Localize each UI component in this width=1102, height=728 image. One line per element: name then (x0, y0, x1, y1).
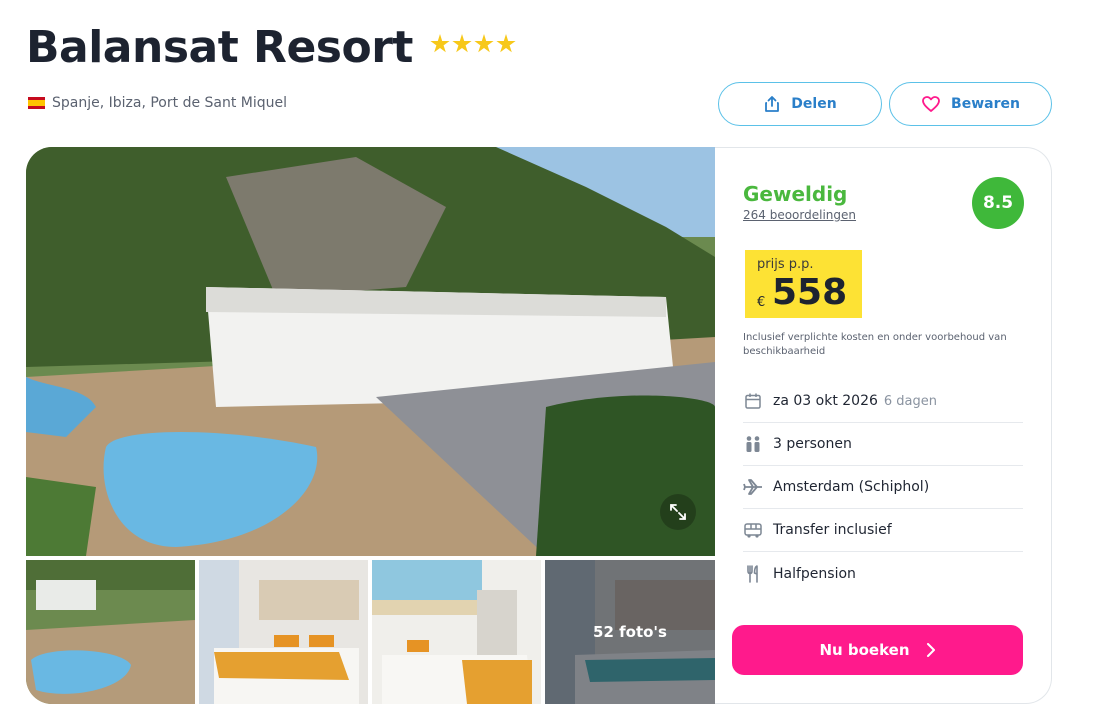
persons-text: 3 personen (773, 436, 852, 452)
board-row: Halfpension (743, 552, 1023, 595)
price-label: prijs p.p. (757, 257, 814, 272)
persons-row: 3 personen (743, 423, 1023, 466)
transfer-row: Transfer inclusief (743, 509, 1023, 552)
price-note: Inclusief verplichte kosten en onder voo… (743, 332, 1007, 357)
rating-label: Geweldig (743, 182, 848, 206)
book-now-label: Nu boeken (819, 641, 910, 659)
share-icon (765, 96, 780, 112)
expand-icon (670, 504, 686, 520)
chevron-right-icon (926, 643, 935, 657)
transfer-text: Transfer inclusief (773, 522, 892, 538)
photo-count-overlay: 52 foto's (545, 560, 715, 704)
book-now-button[interactable]: Nu boeken (732, 625, 1023, 675)
departure-row: Amsterdam (Schiphol) (743, 466, 1023, 509)
photo-count-label: 52 foto's (593, 623, 667, 641)
star-icon (430, 34, 450, 53)
thumbnail-pool[interactable] (26, 560, 195, 704)
date-row: za 03 okt 2026 6 dagen (743, 380, 1023, 423)
star-icon (496, 34, 516, 53)
thumbnail-more-photos[interactable]: 52 foto's (545, 560, 715, 704)
rating-score-badge: 8.5 (972, 177, 1024, 229)
date-text: za 03 okt 2026 (773, 393, 878, 409)
heart-icon (922, 96, 940, 112)
calendar-icon (745, 393, 761, 409)
departure-text: Amsterdam (Schiphol) (773, 479, 930, 495)
thumbnail-room-2[interactable] (372, 560, 541, 704)
persons-icon (746, 436, 760, 452)
share-label: Delen (791, 96, 837, 112)
booking-panel: Geweldig 264 beoordelingen 8.5 prijs p.p… (715, 147, 1052, 704)
photo-gallery: 52 foto's (26, 147, 715, 704)
duration-text: 6 dagen (883, 394, 938, 409)
star-icon (452, 34, 472, 53)
hotel-title: Balansat Resort (26, 22, 413, 73)
plane-icon (743, 479, 762, 495)
star-rating (430, 34, 516, 54)
price-currency: € (757, 295, 766, 310)
board-text: Halfpension (773, 565, 856, 582)
price-value: 558 (772, 272, 848, 313)
reviews-link[interactable]: 264 beoordelingen (743, 208, 856, 222)
location: Spanje, Ibiza, Port de Sant Miquel (28, 95, 287, 111)
save-label: Bewaren (951, 96, 1020, 112)
thumbnail-room-1[interactable] (199, 560, 368, 704)
location-text: Spanje, Ibiza, Port de Sant Miquel (52, 95, 288, 111)
price-box: prijs p.p. € 558 (745, 250, 862, 318)
hero-photo[interactable] (26, 147, 715, 556)
share-button[interactable]: Delen (718, 82, 882, 126)
cutlery-icon (747, 564, 758, 583)
star-icon (474, 34, 494, 53)
expand-button[interactable] (660, 494, 696, 530)
save-button[interactable]: Bewaren (889, 82, 1052, 126)
bus-icon (744, 523, 762, 538)
spain-flag-icon (28, 97, 45, 109)
